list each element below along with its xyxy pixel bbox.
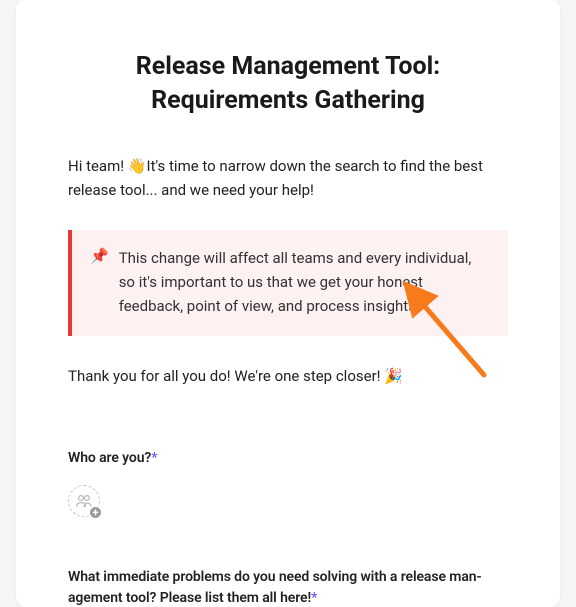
intro-prefix: Hi team!	[68, 157, 128, 175]
question-who-text: Who are you?	[68, 450, 151, 466]
question-problems-label: What immediate problems do you need solv…	[68, 567, 508, 607]
required-mark: *	[151, 450, 157, 466]
pushpin-icon: 📌	[90, 246, 109, 318]
form-card: Release Management Tool: Requirements Ga…	[16, 0, 560, 607]
plus-icon: +	[88, 505, 103, 520]
thanks-prefix: Thank you for all you do! We're one step…	[68, 367, 384, 385]
question-problems-text: What immediate problems do you need solv…	[68, 569, 482, 606]
intro-text: Hi team! 👋It's time to narrow down the s…	[68, 154, 508, 202]
question-who-label: Who are you?*	[68, 448, 508, 469]
callout-box: 📌 This change will affect all teams and …	[68, 230, 508, 336]
party-emoji: 🎉	[384, 367, 403, 385]
people-picker[interactable]: +	[68, 485, 100, 517]
callout-text: This change will affect all teams and ev…	[119, 246, 490, 318]
wave-emoji: 👋	[128, 157, 147, 175]
thanks-text: Thank you for all you do! We're one step…	[68, 364, 508, 388]
page-title: Release Management Tool: Requirements Ga…	[68, 50, 508, 118]
required-mark-2: *	[311, 590, 317, 606]
